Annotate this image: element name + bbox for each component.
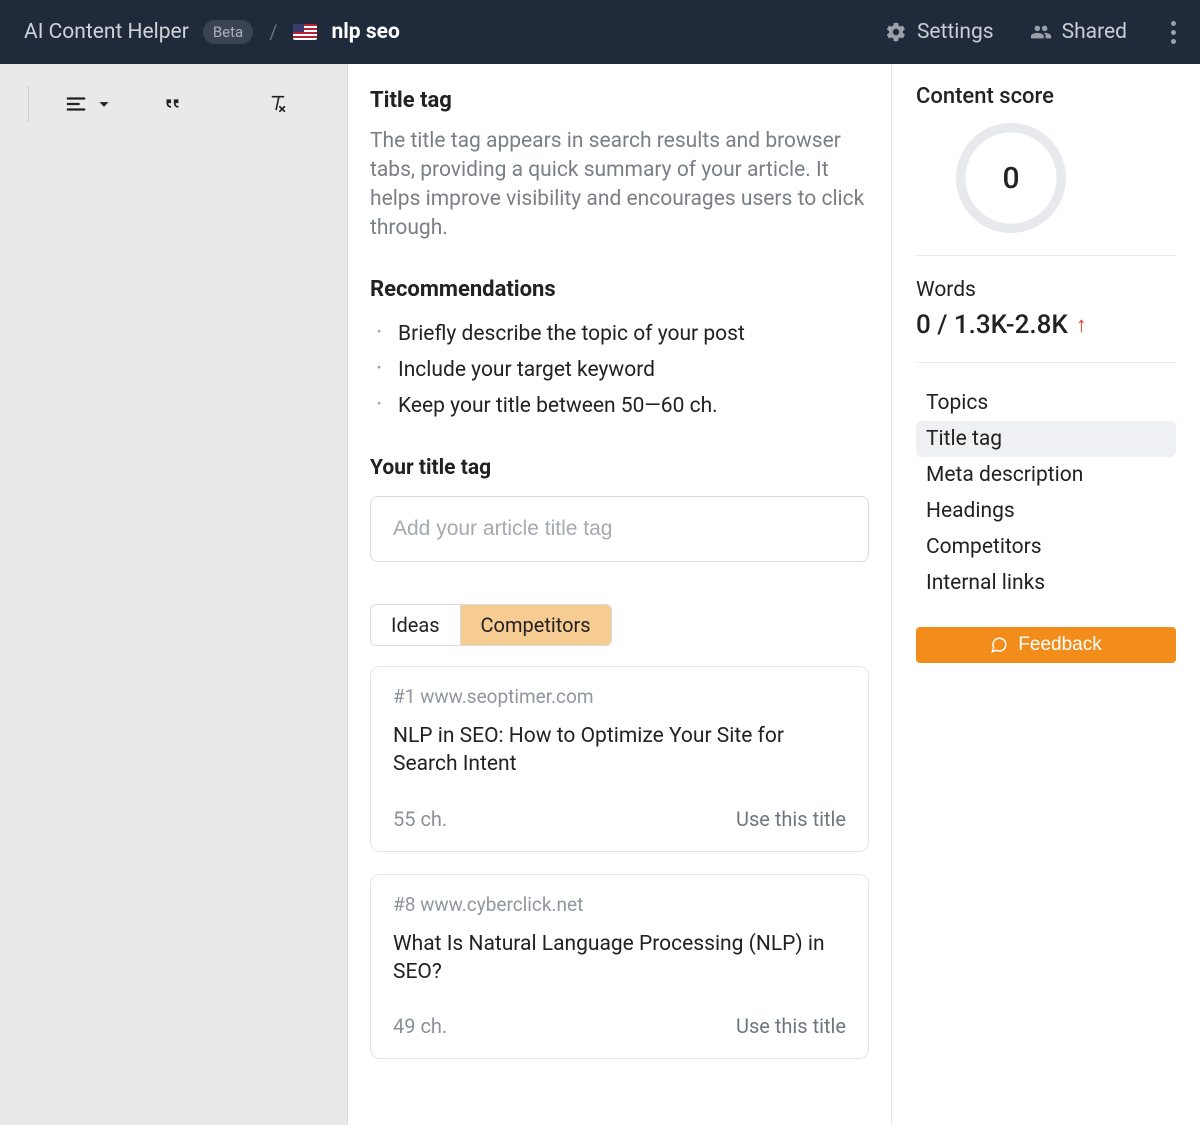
- nav-title-tag[interactable]: Title tag: [916, 421, 1176, 457]
- title-input-label: Your title tag: [370, 456, 869, 480]
- title-tag-input[interactable]: [370, 496, 869, 562]
- arrow-up-icon: ↑: [1076, 312, 1087, 338]
- competitor-title: What Is Natural Language Processing (NLP…: [393, 930, 833, 987]
- settings-link[interactable]: Settings: [885, 20, 994, 44]
- brand-name: AI Content Helper: [24, 20, 189, 44]
- right-sidebar: Content score 0 Words 0 / 1.3K-2.8K ↑ To…: [892, 64, 1200, 1125]
- words-value: 0 / 1.3K-2.8K: [916, 310, 1068, 340]
- beta-badge: Beta: [203, 20, 253, 44]
- content-score-label: Content score: [916, 84, 1176, 109]
- dot-icon: [1171, 39, 1176, 44]
- score-wrap: 0: [916, 123, 1176, 233]
- chevron-down-icon: [93, 93, 115, 115]
- recommendation-item: Include your target keyword: [376, 352, 869, 388]
- quote-icon: [161, 93, 183, 115]
- topbar: AI Content Helper Beta / nlp seo Setting…: [0, 0, 1200, 64]
- document-title[interactable]: nlp seo: [331, 20, 399, 44]
- align-left-icon: [65, 93, 87, 115]
- topbar-left: AI Content Helper Beta / nlp seo: [24, 20, 400, 44]
- tab-competitors[interactable]: Competitors: [460, 605, 611, 645]
- toolbar-divider: [28, 86, 29, 122]
- recommendation-item: Briefly describe the topic of your post: [376, 316, 869, 352]
- sidebar-nav: Topics Title tag Meta description Headin…: [916, 385, 1176, 601]
- competitor-meta: #1 www.seoptimer.com: [393, 685, 846, 708]
- divider: [916, 362, 1176, 363]
- divider: [916, 255, 1176, 256]
- blockquote-button[interactable]: [161, 93, 183, 115]
- editor-toolbar: [0, 64, 347, 144]
- breadcrumb-separator: /: [267, 20, 279, 44]
- competitor-card: #1 www.seoptimer.com NLP in SEO: How to …: [370, 666, 869, 852]
- char-count: 55 ch.: [393, 807, 447, 831]
- dot-icon: [1171, 30, 1176, 35]
- editor-panel: [0, 64, 348, 1125]
- people-icon: [1030, 21, 1052, 43]
- nav-topics[interactable]: Topics: [916, 385, 1176, 421]
- dot-icon: [1171, 21, 1176, 26]
- recommendations-list: Briefly describe the topic of your post …: [370, 316, 869, 424]
- words-value-row: 0 / 1.3K-2.8K ↑: [916, 310, 1176, 340]
- nav-headings[interactable]: Headings: [916, 493, 1176, 529]
- content-score-value: 0: [1002, 161, 1019, 196]
- competitor-meta: #8 www.cyberclick.net: [393, 893, 846, 916]
- feedback-button[interactable]: Feedback: [916, 627, 1176, 663]
- nav-meta-description[interactable]: Meta description: [916, 457, 1176, 493]
- competitor-cards: #1 www.seoptimer.com NLP in SEO: How to …: [370, 666, 869, 1059]
- section-heading: Title tag: [370, 88, 869, 113]
- clear-format-button[interactable]: [267, 93, 289, 115]
- use-title-button[interactable]: Use this title: [736, 1014, 846, 1038]
- clear-format-icon: [267, 93, 289, 115]
- content-score-ring: 0: [956, 123, 1066, 233]
- nav-internal-links[interactable]: Internal links: [916, 565, 1176, 601]
- settings-label: Settings: [917, 20, 994, 44]
- gear-icon: [885, 21, 907, 43]
- chat-icon: [990, 636, 1008, 654]
- competitor-card-footer: 55 ch. Use this title: [393, 807, 846, 831]
- competitor-card: #8 www.cyberclick.net What Is Natural La…: [370, 874, 869, 1060]
- topbar-right: Settings Shared: [885, 15, 1184, 50]
- recommendation-item: Keep your title between 50—60 ch.: [376, 388, 869, 424]
- tab-ideas[interactable]: Ideas: [371, 605, 460, 645]
- char-count: 49 ch.: [393, 1014, 447, 1038]
- us-flag-icon: [293, 24, 317, 40]
- feedback-label: Feedback: [1018, 634, 1101, 656]
- competitor-title: NLP in SEO: How to Optimize Your Site fo…: [393, 722, 833, 779]
- competitor-card-footer: 49 ch. Use this title: [393, 1014, 846, 1038]
- words-label: Words: [916, 278, 1176, 302]
- use-title-button[interactable]: Use this title: [736, 807, 846, 831]
- recommendations-heading: Recommendations: [370, 277, 869, 302]
- align-dropdown-button[interactable]: [65, 93, 115, 115]
- more-menu-button[interactable]: [1163, 15, 1184, 50]
- shared-label: Shared: [1062, 20, 1127, 44]
- shared-link[interactable]: Shared: [1030, 20, 1127, 44]
- nav-competitors[interactable]: Competitors: [916, 529, 1176, 565]
- section-description: The title tag appears in search results …: [370, 127, 869, 243]
- ideas-competitors-tabs: Ideas Competitors: [370, 604, 612, 646]
- main-panel: Title tag The title tag appears in searc…: [348, 64, 892, 1125]
